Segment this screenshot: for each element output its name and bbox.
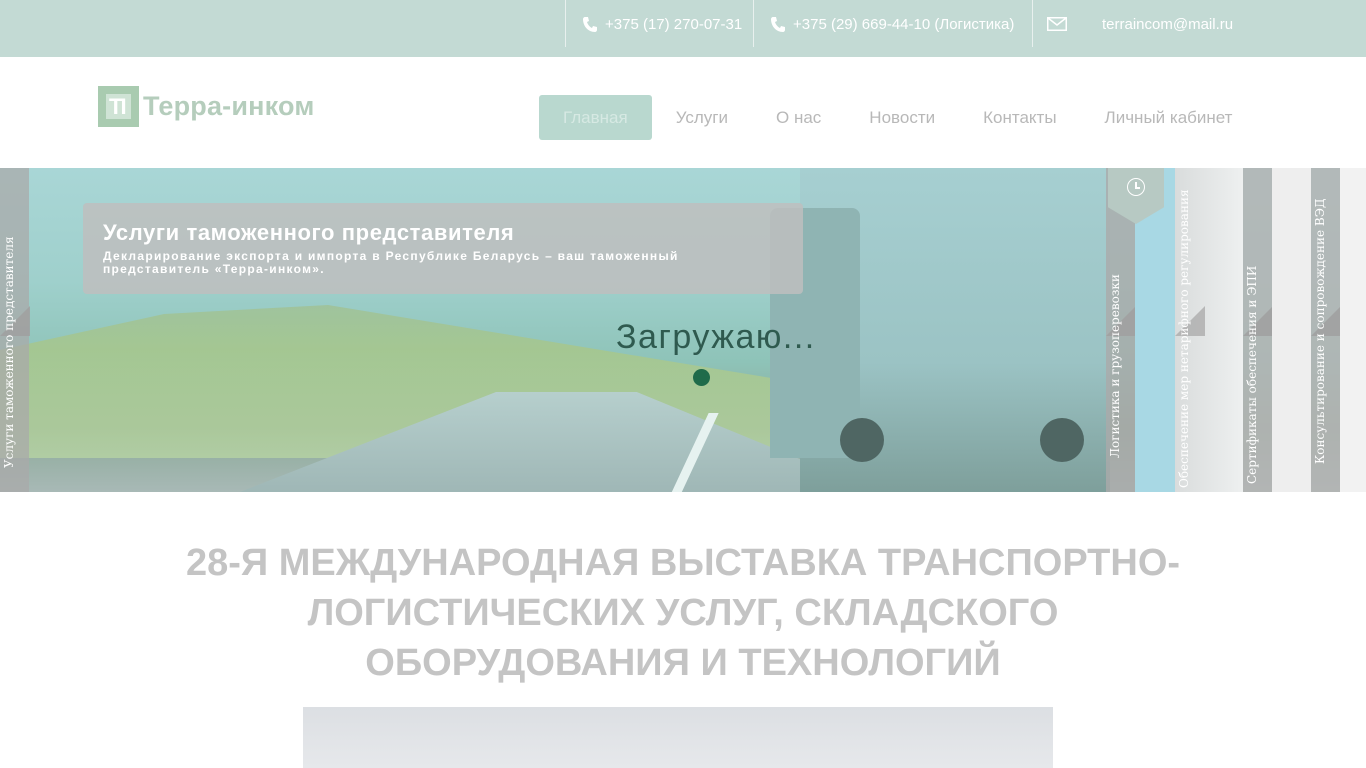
phone-link-1[interactable]: +375 (17) 270-07-31 [582, 14, 742, 34]
phone-icon [771, 16, 785, 32]
slide-truck-wheel [840, 418, 884, 462]
email-address: terraincom@mail.ru [1102, 15, 1234, 33]
divider [1032, 0, 1033, 47]
slide-caption-title: Услуги таможенного представителя [103, 220, 515, 245]
phone-link-2[interactable]: +375 (29) 669-44-10 (Логистика) [770, 14, 1014, 34]
site-header: TI Терра-инком Главная Услуги О нас Ново… [0, 57, 1366, 168]
phone-number-2: +375 (29) 669-44-10 (Логистика) [793, 15, 1015, 33]
hero-slider: Услуги таможенного представителя Деклари… [0, 168, 1366, 492]
slide-truck-wheel [1040, 418, 1084, 462]
slider-tab-photo-3 [1340, 168, 1366, 492]
slider-tab-customs[interactable]: Услуги таможенного представителя [0, 168, 30, 492]
slider-tab-label: Обеспечение мер нетарифного регулировани… [1177, 189, 1191, 488]
phone-number-1: +375 (17) 270-07-31 [605, 15, 743, 33]
slider-tab-consulting[interactable]: Консультирование и сопровождение ВЭД [1311, 168, 1341, 492]
envelope-icon [1047, 17, 1067, 31]
clock-icon [1127, 178, 1145, 196]
logo-mark-letters: TI [109, 93, 127, 119]
phone-icon [583, 16, 597, 32]
logo[interactable]: TI Терра-инком [98, 85, 315, 127]
nav-item-news[interactable]: Новости [845, 95, 959, 140]
nav-item-home[interactable]: Главная [539, 95, 652, 140]
email-icon-wrap [1047, 14, 1075, 34]
slider-tab-label: Услуги таможенного представителя [2, 236, 16, 468]
slider-tab-regulation[interactable]: Обеспечение мер нетарифного регулировани… [1175, 168, 1243, 492]
divider [753, 0, 754, 47]
slider-tab-certificates[interactable]: Сертификаты обеспечения и ЭПИ [1243, 168, 1273, 492]
divider [565, 0, 566, 47]
logo-text: Терра-инком [143, 90, 315, 121]
slider-tab-label: Логистика и грузоперевозки [1108, 274, 1122, 458]
nav-item-about[interactable]: О нас [752, 95, 845, 140]
loading-text: Загружаю... [616, 318, 816, 356]
logo-mark: TI [98, 85, 139, 127]
contact-bar: +375 (17) 270-07-31 +375 (29) 669-44-10 … [0, 0, 1366, 57]
email-link[interactable]: terraincom@mail.ru [1102, 14, 1233, 34]
slider-tab-label: Консультирование и сопровождение ВЭД [1313, 198, 1327, 464]
nav-item-account[interactable]: Личный кабинет [1081, 95, 1257, 140]
nav-item-contacts[interactable]: Контакты [959, 95, 1080, 140]
main-nav: Главная Услуги О нас Новости Контакты Ли… [539, 95, 1256, 140]
slide-caption-text: Декларирование экспорта и импорта в Респ… [103, 249, 679, 276]
nav-item-services[interactable]: Услуги [652, 95, 752, 140]
slider-tab-photo-2 [1272, 168, 1311, 492]
news-title[interactable]: 28-я международная выставка транспортно-… [150, 538, 1216, 688]
slide-caption: Услуги таможенного представителя Деклари… [83, 203, 803, 294]
news-image[interactable] [303, 707, 1053, 768]
loading-spinner [693, 369, 710, 386]
slider-tab-label: Сертификаты обеспечения и ЭПИ [1245, 265, 1259, 484]
